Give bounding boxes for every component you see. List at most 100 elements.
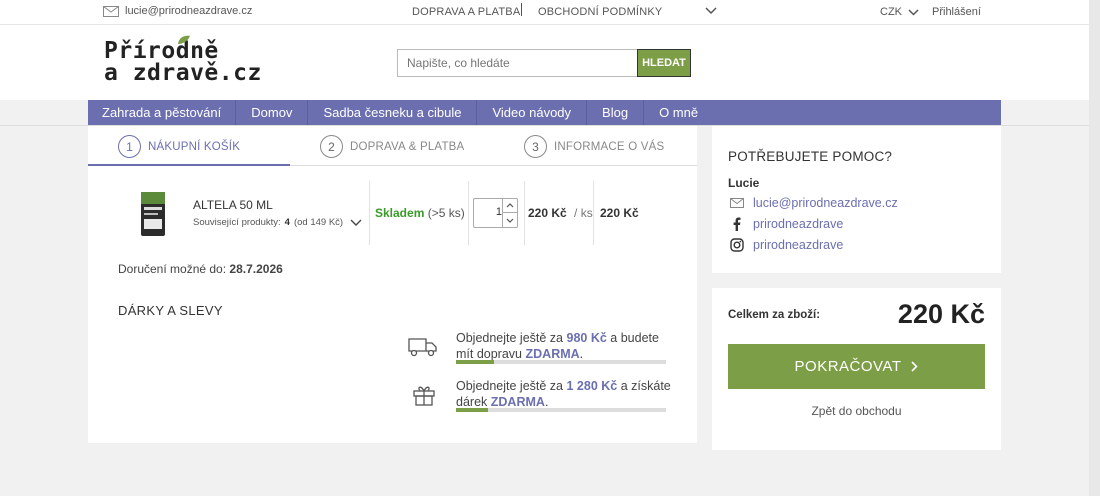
nav-item-home[interactable]: Domov: [236, 100, 309, 125]
step-info[interactable]: 3 INFORMACE O VÁS: [524, 135, 664, 158]
step-cart[interactable]: 1 NÁKUPNÍ KOŠÍK: [118, 135, 240, 158]
envelope-icon: [103, 5, 119, 17]
help-instagram-link[interactable]: prirodneazdrave: [730, 238, 843, 252]
nav-item-video[interactable]: Video návody: [477, 100, 588, 125]
site-logo[interactable]: Přírodně a zdravě.cz: [104, 35, 262, 85]
column-divider: [468, 181, 469, 245]
order-summary: Celkem za zboží: 220 Kč POKRAČOVAT Zpět …: [712, 288, 1001, 450]
promo-free: ZDARMA: [525, 347, 580, 361]
total-amount: 220 Kč: [897, 299, 985, 329]
top-nav-divider: [521, 3, 522, 16]
facebook-icon: [733, 217, 741, 231]
promo-text-end: .: [579, 347, 584, 361]
promo-text-start: Objednejte ještě za: [456, 331, 564, 345]
login-link[interactable]: Přihlášení: [932, 6, 981, 18]
nav-item-about[interactable]: O mně: [644, 100, 713, 125]
chevron-down-icon: [506, 218, 514, 223]
related-label: Související produkty:: [193, 217, 281, 228]
help-contact-name: Lucie: [728, 176, 760, 190]
help-email-text: lucie@prirodneazdrave.cz: [753, 196, 898, 210]
stock-label: Skladem: [375, 206, 425, 220]
cart-card: 1 NÁKUPNÍ KOŠÍK 2 DOPRAVA & PLATBA 3 INF…: [88, 126, 697, 443]
related-products-toggle[interactable]: Související produkty: 4 (od 149 Kč): [193, 217, 362, 228]
help-facebook-link[interactable]: prirodneazdrave: [730, 217, 843, 231]
step-label: INFORMACE O VÁS: [554, 140, 665, 153]
promo-text: Objednejte ještě za 980 Kč a budete mít …: [456, 330, 671, 362]
continue-button[interactable]: POKRAČOVAT: [728, 344, 985, 389]
product-name[interactable]: ALTELA 50 ML: [193, 198, 273, 212]
help-email-link[interactable]: lucie@prirodneazdrave.cz: [730, 196, 898, 210]
column-divider: [524, 181, 525, 245]
truck-icon: [408, 338, 437, 357]
chevron-right-icon: [911, 361, 919, 372]
page-scrollbar[interactable]: [1089, 0, 1100, 496]
delivery-date: Doručení možné do: 28.7.2026: [118, 262, 283, 276]
step-label: DOPRAVA & PLATBA: [350, 140, 465, 153]
search-input[interactable]: [397, 49, 638, 77]
nav-item-garlic[interactable]: Sadba česneku a cibule: [308, 100, 478, 125]
site-header: Přírodně a zdravě.cz HLEDAT: [0, 25, 1089, 100]
column-divider: [369, 181, 370, 245]
help-card: POTŘEBUJETE POMOC? Lucie lucie@prirodnea…: [712, 126, 1001, 273]
unit-label: / ks: [574, 206, 593, 220]
stock-status: Skladem (>5 ks): [375, 206, 465, 220]
page: lucie@prirodneazdrave.cz DOPRAVA A PLATB…: [0, 0, 1089, 496]
shipping-progress-fill: [456, 360, 494, 364]
gifts-title: DÁRKY A SLEVY: [118, 303, 223, 318]
product-image[interactable]: [135, 189, 171, 239]
stock-qty: (>5 ks): [427, 206, 465, 220]
help-instagram-text: prirodneazdrave: [753, 238, 844, 252]
related-from: (od 149 Kč): [293, 217, 344, 228]
category-nav: Zahrada a pěstování Domov Sadba česneku …: [88, 100, 1001, 125]
help-title: POTŘEBUJETE POMOC?: [728, 149, 893, 164]
promo-free: ZDARMA: [490, 395, 545, 409]
envelope-icon: [730, 198, 744, 208]
currency-selector[interactable]: CZK: [880, 6, 919, 18]
promo-text: Objednejte ještě za 1 280 Kč a získáte d…: [456, 378, 671, 410]
step-shipping[interactable]: 2 DOPRAVA & PLATBA: [320, 135, 464, 158]
top-email-link[interactable]: lucie@prirodneazdrave.cz: [103, 5, 252, 17]
checkout-steps: 1 NÁKUPNÍ KOŠÍK 2 DOPRAVA & PLATBA 3 INF…: [88, 126, 697, 166]
nav-item-garden[interactable]: Zahrada a pěstování: [88, 100, 237, 125]
item-total-price: 220 Kč: [600, 206, 639, 220]
quantity-stepper[interactable]: 1: [473, 198, 518, 228]
quantity-decrease-button[interactable]: [503, 213, 517, 227]
chevron-down-icon: [350, 219, 362, 226]
step-number: 1: [118, 135, 141, 158]
instagram-icon: [730, 238, 744, 252]
step-label: NÁKUPNÍ KOŠÍK: [148, 140, 241, 153]
unit-price: 220 Kč / ks: [528, 206, 593, 220]
chevron-down-icon[interactable]: [705, 7, 717, 15]
currency-label: CZK: [880, 6, 902, 18]
quantity-value[interactable]: 1: [474, 206, 502, 218]
related-count: 4: [284, 217, 290, 228]
top-email-text: lucie@prirodneazdrave.cz: [125, 5, 253, 17]
top-nav-terms[interactable]: OBCHODNÍ PODMÍNKY: [538, 6, 662, 18]
quantity-arrows: [502, 199, 517, 227]
gift-icon: [413, 386, 435, 406]
gift-progress-bar: [456, 408, 666, 412]
promo-amount: 980 Kč: [566, 331, 607, 345]
chevron-up-icon: [506, 203, 514, 208]
chevron-down-icon: [908, 8, 919, 16]
back-to-shop-link[interactable]: Zpět do obchodu: [712, 404, 1001, 418]
active-step-indicator: [88, 164, 290, 166]
delivery-label: Doručení možné do:: [118, 262, 227, 276]
continue-label: POKRAČOVAT: [794, 358, 902, 375]
help-facebook-text: prirodneazdrave: [753, 217, 844, 231]
step-number: 3: [524, 135, 547, 158]
column-divider: [593, 181, 594, 245]
total-label: Celkem za zboží:: [728, 309, 821, 321]
leaf-icon: [178, 35, 190, 44]
gift-progress-fill: [456, 408, 488, 412]
top-bar: lucie@prirodneazdrave.cz DOPRAVA A PLATB…: [0, 0, 1089, 25]
promo-amount: 1 280 Kč: [566, 379, 618, 393]
top-nav-shipping[interactable]: DOPRAVA A PLATBA: [412, 6, 520, 18]
nav-item-blog[interactable]: Blog: [587, 100, 645, 125]
quantity-increase-button[interactable]: [503, 199, 517, 213]
promo-text-end: .: [544, 395, 549, 409]
shipping-progress-bar: [456, 360, 666, 364]
promo-text-start: Objednejte ještě za: [456, 379, 564, 393]
delivery-date-value: 28.7.2026: [229, 262, 283, 276]
search-button[interactable]: HLEDAT: [637, 49, 691, 77]
